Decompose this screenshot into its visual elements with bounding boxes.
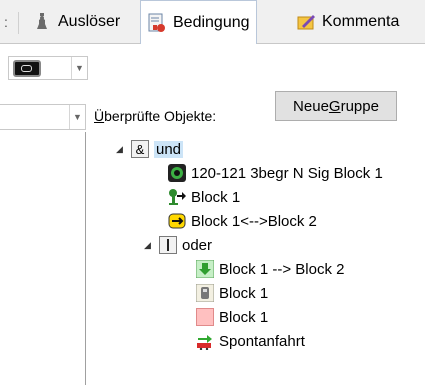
expand-icon[interactable]: ◢ xyxy=(144,240,154,251)
tree-item-signal[interactable]: 120-121 3begr N Sig Block 1 xyxy=(168,162,383,184)
tree-item-label: 120-121 3begr N Sig Block 1 xyxy=(191,164,383,182)
tree-item-label: Block 1<-->Block 2 xyxy=(191,212,317,230)
condition-icon xyxy=(147,13,167,33)
tab-label: Kommenta xyxy=(322,13,400,30)
left-object-list[interactable] xyxy=(0,132,86,385)
block-occupied-icon xyxy=(195,283,215,303)
signal-type-dropdown[interactable]: ▼ xyxy=(8,56,88,80)
tab-strip: : Auslöser Bedingung Kommenta xyxy=(0,0,425,45)
tree-item-label: Block 1 --> Block 2 xyxy=(219,260,345,278)
svg-text:&: & xyxy=(136,142,145,157)
chevron-down-icon[interactable]: ▼ xyxy=(69,105,85,129)
tree-item-label: Block 1 xyxy=(219,284,269,302)
block-free-icon xyxy=(196,308,214,326)
tree-item-label: Block 1 xyxy=(191,188,241,206)
checked-objects-label: Überprüfte Objekte: xyxy=(94,108,217,124)
tree-item-route[interactable]: Block 1<-->Block 2 xyxy=(168,210,317,232)
tree-node-label: und xyxy=(154,140,184,158)
tree-item-label: Block 1 xyxy=(219,308,269,326)
tree-node-and[interactable]: ◢ & und xyxy=(116,138,184,160)
and-icon: & xyxy=(131,140,149,158)
tab-divider xyxy=(18,12,19,34)
pencil-note-icon xyxy=(296,12,316,32)
tab-trigger[interactable]: Auslöser xyxy=(32,0,120,44)
tree-node-label: oder xyxy=(182,236,213,254)
train-arrow-icon xyxy=(168,188,186,206)
tab-label: Bedingung xyxy=(173,13,250,31)
tab-label: Auslöser xyxy=(58,13,121,30)
tree-item-block-free[interactable]: Block 1 xyxy=(196,306,268,328)
tree-item-block[interactable]: Block 1 xyxy=(168,186,240,208)
tab-overflow-marker: : xyxy=(4,14,8,30)
route-icon xyxy=(168,212,186,230)
spontaneous-icon xyxy=(196,332,214,351)
green-arrow-icon xyxy=(195,259,215,279)
object-dropdown[interactable]: ▼ xyxy=(0,104,86,130)
tree-item-label: Spontanfahrt xyxy=(219,332,305,350)
tree-item-route-arrow[interactable]: Block 1 --> Block 2 xyxy=(195,258,345,280)
tree-item-block-occupied[interactable]: Block 1 xyxy=(195,282,269,304)
tree-node-or[interactable]: ◢ oder xyxy=(144,234,212,256)
signal-icon xyxy=(168,164,186,182)
condition-tree[interactable]: ◢ & und 120-121 3begr N Sig Block 1 Bloc… xyxy=(92,134,425,385)
or-icon xyxy=(159,236,177,254)
tab-comment[interactable]: Kommenta xyxy=(296,0,399,44)
bell-icon xyxy=(32,12,52,32)
tab-condition[interactable]: Bedingung xyxy=(140,0,257,45)
expand-icon[interactable]: ◢ xyxy=(116,144,126,155)
chevron-down-icon[interactable]: ▼ xyxy=(71,57,87,79)
tree-item-spontaneous[interactable]: Spontanfahrt xyxy=(196,330,305,352)
signal-icon xyxy=(13,60,41,77)
new-group-button[interactable]: Neue Gruppe xyxy=(275,91,397,121)
